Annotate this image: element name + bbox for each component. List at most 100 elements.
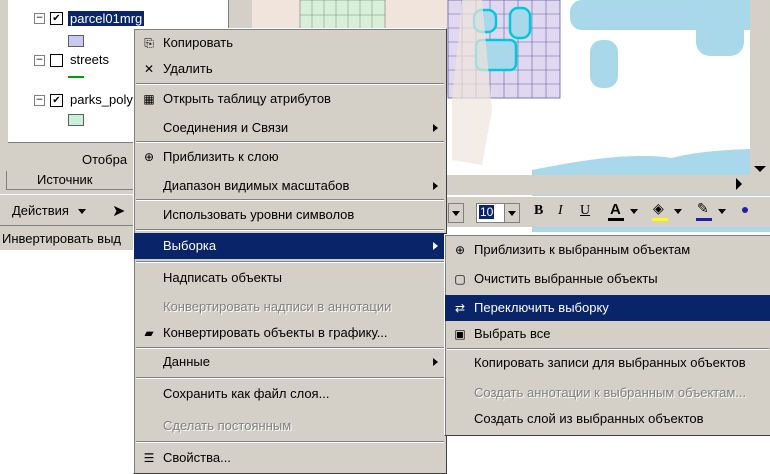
table-icon: ▦ [143, 92, 155, 106]
line-color-button[interactable]: ✎ [694, 200, 714, 222]
menu-item-make-permanent: Сделать постоянным [134, 413, 446, 439]
font-color-button[interactable]: A [606, 200, 628, 222]
actions-label: Действия [12, 203, 69, 218]
menu-separator [136, 261, 444, 263]
properties-icon: ☰ [143, 451, 155, 465]
paint-bucket-icon: ◈ [653, 200, 664, 216]
menu-item-switch-selection[interactable]: ⇄ Переключить выборку [445, 295, 770, 321]
layer-visibility-checkbox[interactable]: ✔ [50, 12, 63, 25]
menu-item-label: Выборка [163, 238, 217, 253]
menu-item-label: Сделать постоянным [163, 418, 292, 433]
menu-item-label: Использовать уровни символов [163, 207, 355, 222]
polygon-symbol-swatch[interactable] [68, 35, 84, 47]
fill-color-swatch [652, 218, 668, 221]
menu-item-delete[interactable]: ✕ Удалить [134, 56, 446, 82]
menu-item-label: Переключить выборку [474, 300, 609, 315]
menu-item-open-attribute-table[interactable]: ▦ Открыть таблицу атрибутов [134, 86, 446, 112]
menu-item-label: Копировать [163, 35, 233, 50]
bold-button[interactable]: B [534, 203, 543, 219]
menu-item-copy[interactable]: ⎘ Копировать [134, 30, 446, 56]
menu-separator [136, 83, 444, 85]
collapse-icon[interactable]: − [34, 55, 45, 66]
menu-item-label: Копировать записи для выбранных объектов [474, 355, 746, 370]
submenu-arrow-icon [433, 242, 438, 250]
dropdown-arrow-icon[interactable] [674, 209, 682, 214]
menu-item-label: Удалить [163, 61, 213, 76]
line-color-swatch [696, 218, 712, 221]
menu-item-properties[interactable]: ☰ Свойства... [134, 445, 446, 471]
font-size-value: 10 [479, 205, 495, 219]
convert-graphics-icon: ▰ [144, 326, 154, 340]
menu-item-select-all[interactable]: ▣ Выбрать все [445, 321, 770, 347]
font-size-input[interactable]: 10 [476, 203, 520, 223]
dropdown-arrow-icon[interactable] [504, 204, 519, 222]
menu-item-save-as-layer-file[interactable]: Сохранить как файл слоя... [134, 381, 446, 407]
menu-item-selection[interactable]: Выборка [134, 233, 446, 259]
menu-separator [136, 141, 444, 143]
status-bar-text: Инвертировать выд [2, 231, 122, 246]
collapse-icon[interactable]: − [34, 95, 45, 106]
menu-item-copy-records-for-selected[interactable]: Копировать записи для выбранных объектов [445, 350, 770, 376]
menu-item-label: Выбрать все [474, 326, 551, 341]
switch-selection-icon: ⇄ [454, 301, 466, 315]
menu-item-visible-scale-range[interactable]: Диапазон видимых масштабов [134, 173, 446, 199]
tab-source[interactable]: Источник [6, 171, 136, 190]
actions-menu-button[interactable]: Действия [12, 203, 86, 218]
submenu-arrow-icon [433, 358, 438, 366]
menu-item-clear-selected[interactable]: ▢ Очистить выбранные объекты [445, 266, 770, 292]
zoom-to-layer-icon: ⊕ [143, 150, 155, 164]
menu-separator [136, 199, 444, 201]
menu-separator [136, 377, 444, 379]
menu-separator [136, 229, 444, 231]
dropdown-arrow-icon[interactable] [718, 209, 726, 214]
layer-visibility-checkbox[interactable] [50, 54, 63, 67]
clear-selection-icon: ▢ [454, 272, 466, 286]
layer-name-streets[interactable]: streets [70, 52, 109, 68]
menu-item-data[interactable]: Данные [134, 349, 446, 375]
delete-icon: ✕ [143, 62, 155, 76]
select-pointer-icon[interactable]: ➤ [112, 201, 125, 221]
menu-item-label: Создать слой из выбранных объектов [474, 411, 704, 426]
zoom-to-selected-icon: ⊕ [454, 243, 466, 257]
menu-item-zoom-to-layer[interactable]: ⊕ Приблизить к слою [134, 144, 446, 170]
menu-separator [136, 441, 444, 443]
tab-display[interactable]: Отобра [82, 152, 127, 167]
menu-item-label: Приблизить к выбранным объектам [474, 242, 691, 257]
submenu-arrow-icon [433, 124, 438, 132]
menu-item-label: Очистить выбранные объекты [474, 271, 658, 286]
submenu-arrow-icon [433, 182, 438, 190]
selection-submenu: ⊕ Приблизить к выбранным объектам ▢ Очис… [444, 234, 770, 436]
underline-button[interactable]: U [580, 203, 590, 219]
polygon-symbol-swatch[interactable] [68, 114, 84, 126]
layer-name-parcel01mrg[interactable]: parcel01mrg [68, 11, 145, 27]
menu-item-create-annotation-for-selected: Создать аннотации к выбранным объектам..… [445, 380, 770, 406]
fill-color-button[interactable]: ◈ [650, 200, 670, 222]
menu-item-zoom-to-selected[interactable]: ⊕ Приблизить к выбранным объектам [445, 237, 770, 263]
menu-item-label: Диапазон видимых масштабов [163, 178, 350, 193]
layer-visibility-checkbox[interactable]: ✔ [50, 94, 63, 107]
dropdown-arrow-icon[interactable] [630, 209, 638, 214]
menu-item-use-symbol-levels[interactable]: Использовать уровни символов [134, 202, 446, 228]
menu-item-convert-labels-to-annotation: Конвертировать надписи в аннотации [134, 294, 446, 320]
menu-item-convert-features-to-graphics[interactable]: ▰ Конвертировать объекты в графику... [134, 320, 446, 346]
menu-item-label: Сохранить как файл слоя... [163, 386, 330, 401]
collapse-icon[interactable]: − [34, 13, 45, 24]
tab-source-label: Источник [37, 172, 93, 187]
italic-button[interactable]: I [558, 203, 563, 219]
marker-color-icon[interactable] [742, 207, 748, 213]
menu-item-joins-relates[interactable]: Соединения и Связи [134, 115, 446, 141]
layer-name-parks-poly[interactable]: parks_poly [70, 92, 133, 108]
menu-item-create-layer-from-selected[interactable]: Создать слой из выбранных объектов [445, 406, 770, 432]
layer-context-menu: ⎘ Копировать ✕ Удалить ▦ Открыть таблицу… [133, 28, 447, 474]
menu-item-label: Приблизить к слою [163, 149, 279, 164]
line-symbol-swatch[interactable] [68, 76, 84, 78]
menu-item-label-features[interactable]: Надписать объекты [134, 265, 446, 291]
font-color-letter: A [610, 201, 621, 218]
menu-item-label: Надписать объекты [163, 270, 283, 285]
dropdown-arrow-icon[interactable] [448, 203, 464, 223]
menu-item-label: Данные [163, 354, 210, 369]
select-all-icon: ▣ [454, 327, 466, 341]
pen-icon: ✎ [697, 200, 709, 216]
menu-item-label: Конвертировать надписи в аннотации [163, 299, 392, 314]
font-color-swatch [608, 218, 624, 221]
